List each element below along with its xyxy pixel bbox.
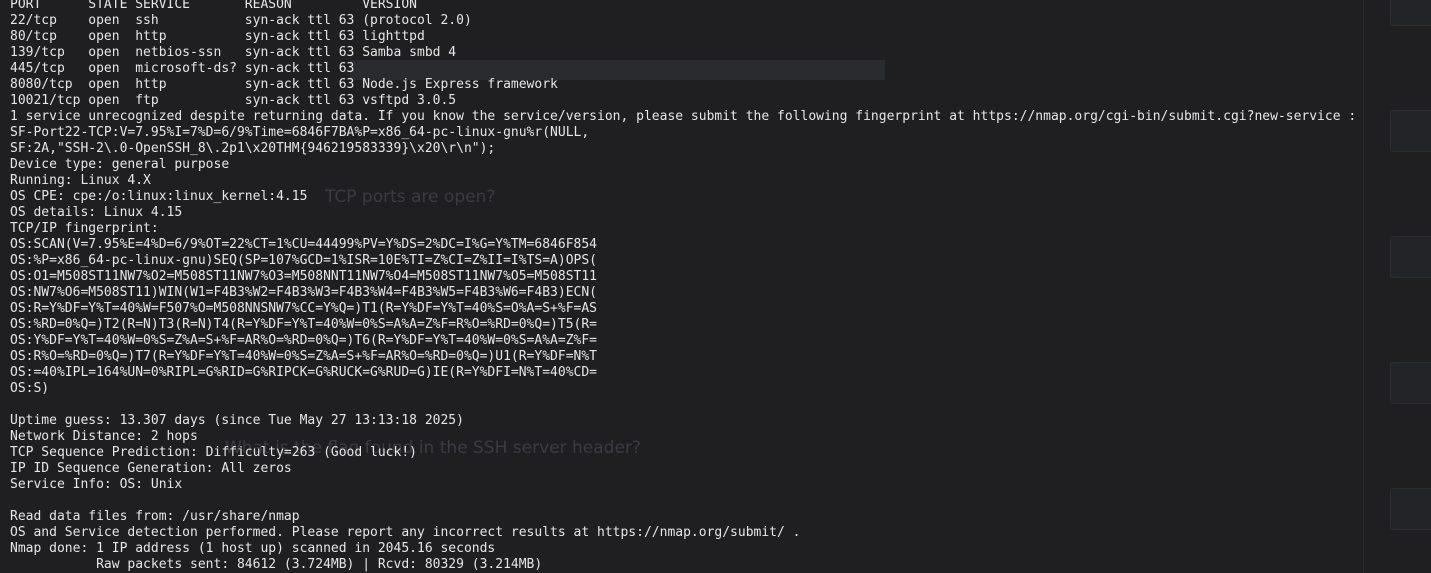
terminal-line: Raw packets sent: 84612 (3.724MB) | Rcvd… (10, 557, 543, 572)
terminal-line: OS:%RD=0%Q=)T2(R=N)T3(R=N)T4(R=Y%DF=Y%T=… (10, 317, 597, 332)
background-answer-box (1390, 0, 1431, 26)
terminal-line: OS details: Linux 4.15 (10, 205, 183, 220)
background-divider (1363, 0, 1364, 573)
terminal-line: 8080/tcp open http syn-ack ttl 63 Node.j… (10, 77, 558, 92)
terminal-line: SF-Port22-TCP:V=7.95%I=7%D=6/9%Time=6846… (10, 125, 590, 140)
background-answer-box (1390, 488, 1431, 530)
terminal-line: 445/tcp open microsoft-ds? syn-ack ttl 6… (10, 61, 355, 76)
terminal-line: Uptime guess: 13.307 days (since Tue May… (10, 413, 464, 428)
terminal-line: Nmap done: 1 IP address (1 host up) scan… (10, 541, 496, 556)
terminal-line: TCP Sequence Prediction: Difficulty=263 … (10, 445, 417, 460)
terminal-line: Running: Linux 4.X (10, 173, 151, 188)
terminal-line: Network Distance: 2 hops (10, 429, 198, 444)
terminal-line: SF:2A,"SSH-2\.0-OpenSSH_8\.2p1\x20THM{94… (10, 141, 496, 156)
terminal-line: OS:O1=M508ST11NW7%O2=M508ST11NW7%O3=M508… (10, 269, 597, 284)
background-answer-box (1390, 236, 1431, 278)
terminal-line: 80/tcp open http syn-ack ttl 63 lighttpd (10, 29, 425, 44)
background-answer-box (1390, 110, 1431, 152)
terminal-line: Device type: general purpose (10, 157, 230, 172)
terminal-line: TCP/IP fingerprint: (10, 221, 159, 236)
terminal-line: OS:R=Y%DF=Y%T=40%W=F507%O=M508NNSNW7%CC=… (10, 301, 597, 316)
terminal-line: OS:S) (10, 381, 50, 396)
terminal-line: PORT STATE SERVICE REASON VERSION (10, 0, 417, 12)
terminal-line: OS CPE: cpe:/o:linux:linux_kernel:4.15 (10, 189, 308, 204)
terminal-output[interactable]: PORT STATE SERVICE REASON VERSION 22/tcp … (10, 0, 1356, 573)
terminal-line: OS:%P=x86_64-pc-linux-gnu)SEQ(SP=107%GCD… (10, 253, 597, 268)
terminal-line: IP ID Sequence Generation: All zeros (10, 461, 292, 476)
terminal-line: 1 service unrecognized despite returning… (10, 109, 1357, 124)
terminal-line: 10021/tcp open ftp syn-ack ttl 63 vsftpd… (10, 93, 457, 108)
terminal-line: Read data files from: /usr/share/nmap (10, 509, 300, 524)
terminal-line: Service Info: OS: Unix (10, 477, 183, 492)
terminal-line: OS:NW7%O6=M508ST11)WIN(W1=F4B3%W2=F4B3%W… (10, 285, 597, 300)
terminal-line: 22/tcp open ssh syn-ack ttl 63 (protocol… (10, 13, 472, 28)
background-answer-box (1390, 362, 1431, 404)
terminal-line: OS and Service detection performed. Plea… (10, 525, 801, 540)
terminal-window[interactable]: TCP ports are open? What is the flag fou… (0, 0, 1431, 573)
terminal-line: OS:=40%IPL=164%UN=0%RIPL=G%RID=G%RIPCK=G… (10, 365, 597, 380)
terminal-line: 139/tcp open netbios-ssn syn-ack ttl 63 … (10, 45, 457, 60)
terminal-line: OS:R%O=%RD=0%Q=)T7(R=Y%DF=Y%T=40%W=0%S=Z… (10, 349, 597, 364)
terminal-line: OS:SCAN(V=7.95%E=4%D=6/9%OT=22%CT=1%CU=4… (10, 237, 597, 252)
terminal-line: OS:Y%DF=Y%T=40%W=0%S=Z%A=S+%F=AR%O=%RD=0… (10, 333, 597, 348)
